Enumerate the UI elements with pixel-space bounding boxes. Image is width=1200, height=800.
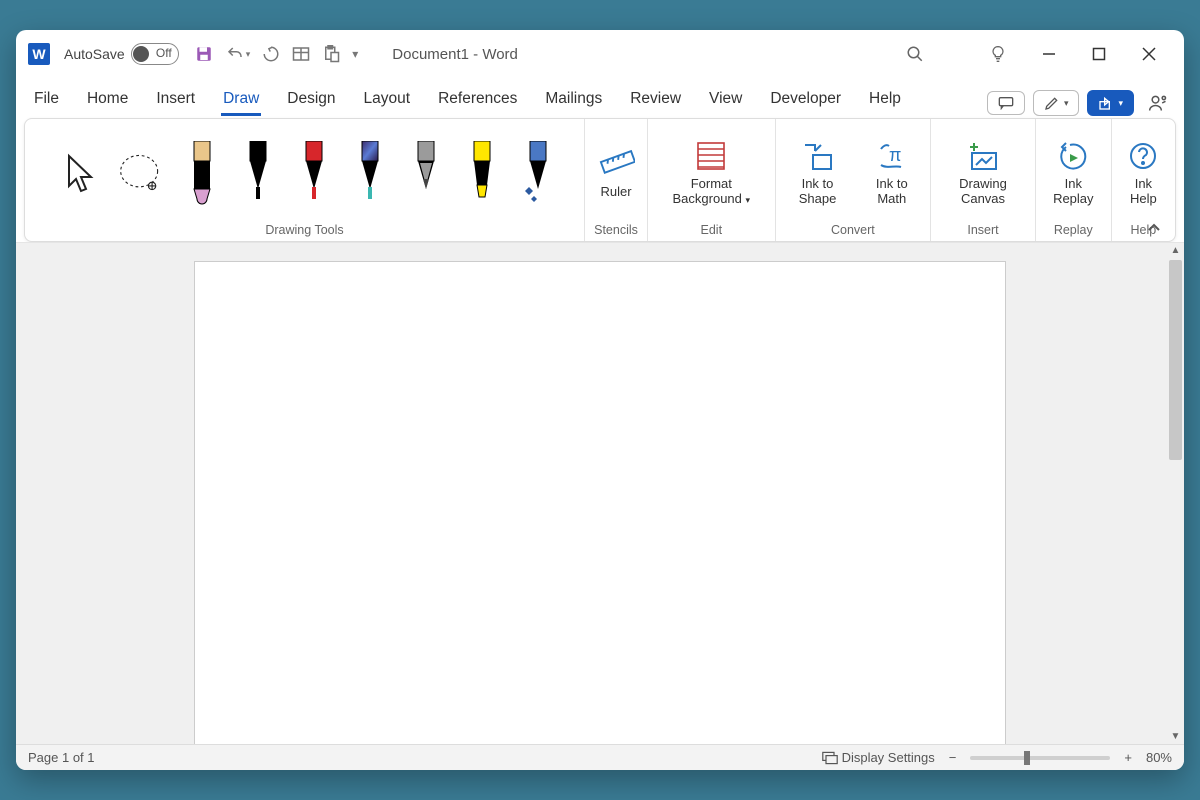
save-icon[interactable] [195, 45, 213, 63]
ribbon-tabs: File Home Insert Draw Design Layout Refe… [16, 78, 1184, 116]
ruler-icon [597, 147, 635, 181]
document-title: Document1 - Word [392, 46, 518, 63]
status-bar: Page 1 of 1 Display Settings − + 80% [16, 744, 1184, 770]
select-tool[interactable] [61, 150, 101, 196]
pen-tool-0[interactable] [185, 141, 219, 205]
ink-replay-icon [1056, 139, 1090, 173]
format-background-icon [694, 139, 728, 173]
ink-help-button[interactable]: Ink Help [1120, 137, 1167, 209]
tab-help[interactable]: Help [867, 86, 903, 116]
group-label-stencils: Stencils [594, 221, 638, 239]
tab-view[interactable]: View [707, 86, 744, 116]
account-icon[interactable] [1148, 93, 1168, 113]
tab-references[interactable]: References [436, 86, 519, 116]
ink-to-math-icon: π [875, 139, 909, 173]
tab-mailings[interactable]: Mailings [543, 86, 604, 116]
scroll-thumb[interactable] [1169, 260, 1182, 460]
word-app-icon: W [28, 43, 50, 65]
ink-to-math-button[interactable]: π Ink to Math [861, 137, 922, 209]
pen-tool-6[interactable] [521, 141, 555, 205]
tab-draw[interactable]: Draw [221, 86, 261, 116]
tab-design[interactable]: Design [285, 86, 337, 116]
pen-tool-5[interactable] [465, 141, 499, 205]
ink-to-shape-icon [801, 139, 835, 173]
ribbon: Drawing Tools Ruler Stencils Format Back… [24, 118, 1176, 242]
qat-customize-icon[interactable]: ▾ [352, 47, 358, 61]
format-background-button[interactable]: Format Background ▾ [656, 137, 767, 209]
ink-help-icon [1128, 139, 1158, 173]
group-label-convert: Convert [831, 221, 875, 239]
scroll-up-icon[interactable]: ▲ [1171, 245, 1181, 256]
search-icon[interactable] [906, 45, 924, 63]
pen-tool-4[interactable] [409, 141, 443, 205]
tab-review[interactable]: Review [628, 86, 683, 116]
group-label-edit: Edit [701, 221, 723, 239]
autosave-label: AutoSave [64, 46, 125, 62]
autosave-toggle[interactable]: AutoSave Off [64, 43, 179, 65]
tab-home[interactable]: Home [85, 86, 130, 116]
page[interactable] [194, 261, 1006, 744]
drawing-canvas-icon [966, 139, 1000, 173]
comments-button[interactable] [987, 91, 1025, 115]
tab-file[interactable]: File [32, 86, 61, 116]
title-bar: W AutoSave Off ▾ ▾ Document1 - Word [16, 30, 1184, 78]
tips-icon[interactable] [990, 44, 1006, 64]
redo-icon[interactable] [262, 45, 280, 63]
drawing-canvas-button[interactable]: Drawing Canvas [939, 137, 1027, 209]
table-icon[interactable] [292, 46, 310, 62]
ink-replay-button[interactable]: Ink Replay [1044, 137, 1103, 209]
close-button[interactable] [1142, 47, 1156, 61]
maximize-button[interactable] [1092, 47, 1106, 61]
group-label-insert: Insert [967, 221, 998, 239]
page-indicator[interactable]: Page 1 of 1 [28, 750, 95, 765]
tab-developer[interactable]: Developer [768, 86, 843, 116]
group-label-drawing-tools: Drawing Tools [265, 221, 343, 239]
tab-layout[interactable]: Layout [362, 86, 413, 116]
ruler-button[interactable]: Ruler [593, 145, 639, 202]
scroll-down-icon[interactable]: ▼ [1171, 731, 1181, 742]
zoom-slider[interactable] [970, 756, 1110, 760]
lasso-tool[interactable] [117, 150, 165, 196]
pen-tool-2[interactable] [297, 141, 331, 205]
app-window: W AutoSave Off ▾ ▾ Document1 - Word File… [16, 30, 1184, 770]
ink-to-shape-button[interactable]: Ink to Shape [784, 137, 852, 209]
pen-tool-3[interactable] [353, 141, 387, 205]
minimize-button[interactable] [1042, 47, 1056, 61]
editing-mode-button[interactable]: ▾ [1033, 90, 1080, 116]
svg-text:π: π [889, 145, 901, 165]
zoom-out-button[interactable]: − [949, 750, 957, 765]
tab-insert[interactable]: Insert [154, 86, 197, 116]
vertical-scrollbar[interactable]: ▲ ▼ [1167, 243, 1184, 744]
group-label-replay: Replay [1054, 221, 1093, 239]
zoom-level[interactable]: 80% [1146, 750, 1172, 765]
pen-gallery [185, 141, 555, 205]
collapse-ribbon-icon[interactable] [1147, 223, 1161, 233]
undo-icon[interactable]: ▾ [225, 45, 251, 63]
pen-tool-1[interactable] [241, 141, 275, 205]
quick-access-toolbar: ▾ ▾ [195, 45, 359, 63]
document-area[interactable]: ▲ ▼ [16, 242, 1184, 744]
paste-icon[interactable] [322, 45, 340, 63]
zoom-in-button[interactable]: + [1124, 750, 1132, 765]
share-button[interactable]: ▾ [1087, 90, 1134, 116]
display-settings-button[interactable]: Display Settings [822, 750, 935, 765]
